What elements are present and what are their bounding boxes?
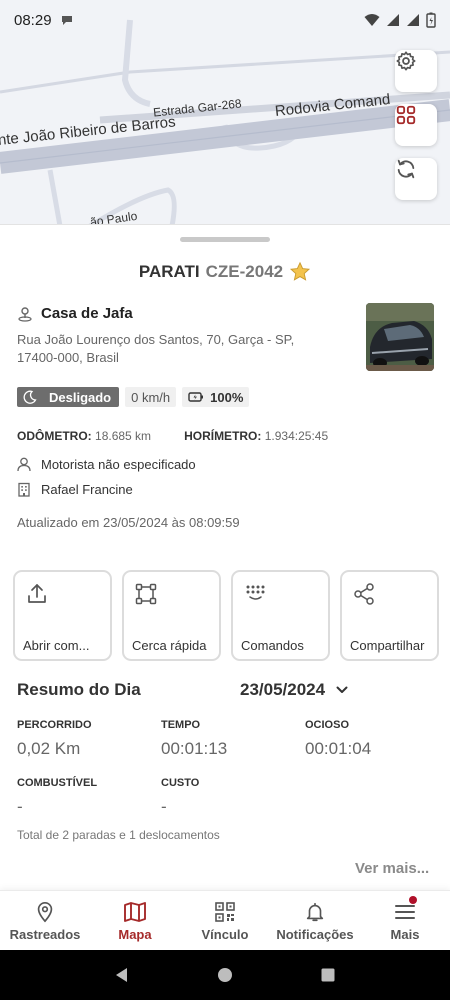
share-label: Compartilhar [350, 638, 425, 653]
person-icon [17, 457, 31, 472]
place-pin-icon [18, 306, 32, 322]
wifi-icon [364, 14, 380, 26]
status-time: 08:29 [14, 11, 52, 29]
sheet-drag-handle[interactable] [180, 237, 270, 242]
vehicle-title: PARATI CZE-2042 [0, 261, 450, 283]
quick-fence-label: Cerca rápida [132, 638, 207, 653]
recents-icon[interactable] [319, 966, 337, 984]
battery-value: 100% [210, 389, 244, 405]
nav-notifications-label: Notificações [276, 927, 354, 942]
commands-icon [246, 585, 265, 600]
chevron-down-icon [336, 686, 348, 693]
place-row: Casa de Jafa [17, 305, 133, 322]
map-settings-button[interactable] [395, 50, 437, 92]
fuel-label: COMBUSTÍVEL [17, 777, 98, 789]
hourmeter-label: HORÍMETRO: [184, 429, 262, 443]
ignition-badge: Desligado [17, 387, 120, 407]
idle-value: 00:01:04 [305, 739, 372, 758]
map-grid-button[interactable] [395, 104, 437, 146]
moon-icon [23, 390, 37, 404]
summary-totals: Total de 2 paradas e 1 deslocamentos [17, 828, 220, 842]
battery-charging-icon [188, 392, 204, 402]
signal-2-icon [407, 14, 419, 26]
nav-notifications[interactable]: Notificações [270, 891, 360, 950]
cost-value: - [161, 797, 167, 816]
day-summary-title: Resumo do Dia [17, 680, 141, 699]
chat-bubble-icon [61, 16, 72, 25]
status-bar: 08:29 [0, 0, 450, 40]
quick-actions: Abrir com... Cerca rápida Comandos Compa… [13, 570, 439, 661]
share-button[interactable]: Compartilhar [340, 570, 439, 661]
map-refresh-button[interactable] [395, 158, 437, 200]
nav-link[interactable]: Vínculo [180, 891, 270, 950]
odometer-value: 18.685 km [95, 429, 152, 443]
nav-more[interactable]: Mais [360, 891, 450, 950]
building-icon [18, 482, 30, 497]
back-icon[interactable] [113, 966, 131, 984]
signal-icon [387, 14, 399, 26]
hourmeter-value: 1.934:25:45 [264, 429, 329, 443]
refresh-icon [397, 159, 415, 179]
car-photo-image [366, 303, 434, 371]
location-pin-icon [37, 902, 53, 923]
bell-icon [306, 902, 324, 922]
last-updated: Atualizado em 23/05/2024 às 08:09:59 [17, 515, 240, 530]
time-value: 00:01:13 [161, 739, 228, 758]
share-out-icon [28, 584, 46, 603]
favorite-star-icon[interactable] [289, 261, 311, 283]
see-more-link[interactable]: Ver mais... [355, 860, 429, 877]
grid-icon [396, 105, 416, 125]
fuel-value: - [17, 797, 23, 816]
nav-map[interactable]: Mapa [90, 891, 180, 950]
open-with-label: Abrir com... [23, 638, 90, 653]
summary-date: 23/05/2024 [240, 680, 326, 699]
owner-row: Rafael Francine [17, 482, 133, 497]
vehicle-details-sheet[interactable]: PARATI CZE-2042 Casa de Jafa Rua João Lo… [0, 224, 450, 890]
bottom-navigation: Rastreados Mapa Vínculo Notificações Mai… [0, 890, 450, 950]
qr-code-icon [215, 902, 235, 922]
quick-fence-button[interactable]: Cerca rápida [122, 570, 221, 661]
time-label: TEMPO [161, 719, 201, 731]
nav-map-label: Mapa [118, 927, 152, 942]
commands-label: Comandos [241, 638, 304, 653]
home-icon[interactable] [216, 966, 234, 984]
distance-label: PERCORRIDO [17, 719, 92, 731]
gear-icon [396, 51, 416, 71]
idle-label: OCIOSO [305, 719, 350, 731]
nav-more-label: Mais [390, 927, 420, 942]
vehicle-name: PARATI [138, 262, 200, 281]
open-with-button[interactable]: Abrir com... [13, 570, 112, 661]
driver-row: Motorista não especificado [17, 457, 196, 472]
summary-date-picker[interactable]: 23/05/2024 [240, 680, 349, 700]
nav-tracked[interactable]: Rastreados [0, 891, 90, 950]
place-name: Casa de Jafa [41, 305, 133, 322]
vehicle-plate: CZE-2042 [205, 262, 284, 281]
vehicle-photo[interactable] [366, 303, 434, 371]
more-notification-dot [409, 896, 417, 904]
distance-value: 0,02 Km [17, 739, 81, 758]
fence-icon [135, 583, 157, 605]
battery-badge: 100% [182, 387, 250, 407]
meters-row: ODÔMETRO: 18.685 km HORÍMETRO: 1.934:25:… [17, 429, 328, 443]
share-icon [354, 583, 374, 605]
speed-badge: 0 km/h [125, 387, 177, 407]
vehicle-address: Rua João Lourenço dos Santos, 70, Garça … [17, 332, 295, 365]
commands-button[interactable]: Comandos [231, 570, 330, 661]
map-icon [124, 902, 146, 922]
battery-icon [426, 12, 436, 28]
nav-tracked-label: Rastreados [9, 927, 81, 942]
ignition-status: Desligado [49, 389, 112, 405]
cost-label: CUSTO [161, 777, 200, 789]
owner-name: Rafael Francine [41, 482, 133, 497]
nav-link-label: Vínculo [201, 927, 249, 942]
menu-icon [395, 905, 415, 919]
status-chips: Desligado 0 km/h 100% [17, 387, 250, 407]
odometer-label: ODÔMETRO: [17, 429, 92, 443]
system-navigation-bar [0, 950, 450, 1000]
driver-name: Motorista não especificado [41, 457, 196, 472]
speed-value: 0 km/h [131, 389, 171, 405]
